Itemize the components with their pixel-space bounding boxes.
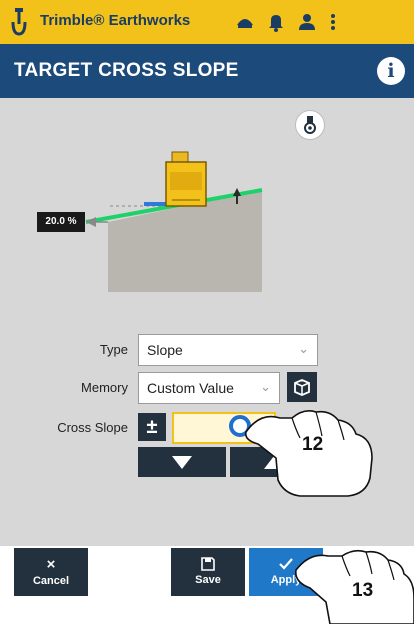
step-callout-12: 12 [302,434,324,455]
step-callout-13: 13 [352,580,374,601]
screen: Trimble® Earthworks TARGET CROSS SLOPE i [0,0,414,624]
instruction-overlay [229,410,414,624]
